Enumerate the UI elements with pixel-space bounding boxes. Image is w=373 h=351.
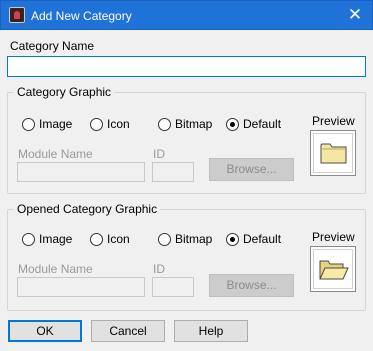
opened-radio-default[interactable]: Default — [226, 231, 281, 247]
window-title: Add New Category — [31, 9, 132, 23]
preview-box — [310, 130, 356, 176]
title-bar: Add New Category ✕ — [0, 0, 373, 30]
opened-radio-default-label: Default — [243, 232, 282, 246]
category-graphic-title: Category Graphic — [14, 85, 115, 99]
radio-image-circle — [22, 117, 35, 131]
opened-radio-bitmap[interactable]: Bitmap — [158, 231, 212, 247]
radio-default-label: Default — [243, 117, 282, 131]
opened-folder-icon — [319, 260, 349, 280]
opened-module-name-input[interactable] — [17, 277, 145, 297]
close-button[interactable]: ✕ — [338, 1, 372, 29]
browse-button[interactable]: Browse... — [209, 158, 294, 181]
category-name-label: Category Name — [10, 39, 95, 53]
radio-bitmap[interactable]: Bitmap — [158, 116, 212, 132]
opened-category-graphic-title: Opened Category Graphic — [14, 202, 161, 216]
id-input[interactable] — [152, 162, 194, 182]
app-icon — [9, 7, 25, 23]
opened-radio-bitmap-circle — [158, 232, 171, 246]
radio-icon-circle — [90, 117, 103, 131]
category-name-input[interactable] — [7, 56, 366, 77]
help-button[interactable]: Help — [174, 320, 248, 342]
opened-id-input[interactable] — [152, 277, 194, 297]
opened-module-name-label: Module Name — [18, 262, 93, 276]
radio-default-circle — [226, 117, 239, 131]
radio-bitmap-label: Bitmap — [175, 117, 213, 131]
opened-radio-image-label: Image — [39, 232, 73, 246]
radio-image[interactable]: Image — [22, 116, 72, 132]
module-name-input[interactable] — [17, 162, 145, 182]
cancel-button[interactable]: Cancel — [91, 320, 165, 342]
closed-folder-icon — [320, 143, 347, 164]
opened-radio-icon-circle — [90, 232, 103, 246]
radio-default[interactable]: Default — [226, 116, 281, 132]
opened-radio-default-circle — [226, 232, 239, 246]
opened-browse-button[interactable]: Browse... — [209, 274, 294, 297]
radio-image-label: Image — [39, 117, 73, 131]
ok-button[interactable]: OK — [8, 320, 82, 342]
opened-radio-image-circle — [22, 232, 35, 246]
radio-icon[interactable]: Icon — [90, 116, 130, 132]
opened-preview-box — [310, 246, 356, 292]
id-label: ID — [153, 147, 165, 161]
opened-id-label: ID — [153, 262, 165, 276]
radio-icon-label: Icon — [107, 117, 130, 131]
module-name-label: Module Name — [18, 147, 93, 161]
preview-label: Preview — [312, 114, 355, 128]
radio-bitmap-circle — [158, 117, 171, 131]
opened-radio-image[interactable]: Image — [22, 231, 72, 247]
opened-radio-icon-label: Icon — [107, 232, 130, 246]
opened-radio-icon[interactable]: Icon — [90, 231, 130, 247]
opened-preview-label: Preview — [312, 230, 355, 244]
opened-radio-bitmap-label: Bitmap — [175, 232, 213, 246]
